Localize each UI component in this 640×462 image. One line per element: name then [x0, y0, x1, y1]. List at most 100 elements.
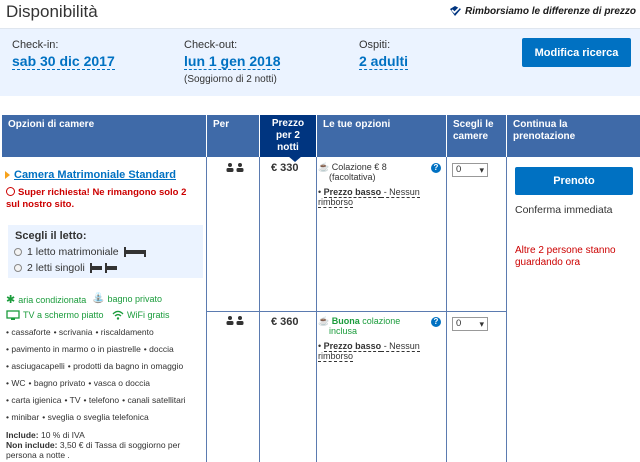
grid-line [259, 157, 260, 462]
facility-tv: TV a schermo piatto [6, 310, 104, 320]
price-check-icon [450, 6, 462, 16]
rate-1-policy[interactable]: • Prezzo basso - Nessun rimborso [318, 187, 430, 208]
rate-2-meal-note: inclusa [329, 326, 358, 336]
col-price-line1: Prezzo [271, 118, 305, 129]
includes-label: Include: [6, 430, 39, 440]
urgency-message: Super richiesta! Ne rimangono solo 2 sul… [6, 187, 201, 211]
book-button[interactable]: Prenoto [515, 167, 633, 195]
two-persons-icon [226, 163, 244, 172]
amenity-item: bagno privato [33, 378, 86, 388]
bullet: • [95, 327, 101, 337]
rate-1-room-select[interactable]: 0 [452, 163, 488, 177]
page-title: Disponibilità [6, 2, 98, 21]
help-icon[interactable]: ? [431, 317, 441, 327]
amenity-item: canali satellitari [127, 395, 186, 405]
price-match-promise[interactable]: Rimborsiamo le differenze di prezzo [449, 5, 636, 17]
facility-ac: ✱ aria condizionata [6, 293, 86, 306]
col-room-options: Opzioni di camere [2, 115, 206, 157]
bullet: • [88, 378, 94, 388]
amenity-item: sveglia o sveglia telefonica [47, 412, 149, 422]
col-continue-line2: prenotazione [513, 131, 576, 142]
rate-2-options: ☕ Buona colazione inclusa • Prezzo basso… [318, 316, 430, 362]
amenity-item: WC [11, 378, 26, 388]
amenity-item: riscaldamento [100, 327, 154, 337]
checkout-label: Check-out: [184, 39, 238, 51]
amenity-item: carta igienica [11, 395, 62, 405]
amenity-item: prodotti da bagno in omaggio [73, 361, 184, 371]
includes-text: 10 % di IVA [40, 430, 85, 440]
col-continue-line1: Continua la [513, 119, 568, 130]
guests-label: Ospiti: [359, 39, 391, 51]
rate-2-meal-prefix: Buona [331, 316, 360, 326]
bed-option-double-label: 1 letto matrimoniale [27, 246, 119, 258]
clock-alert-icon [6, 187, 15, 196]
guests-field[interactable]: Ospiti: 2 adulti [359, 39, 409, 71]
grid-line [446, 157, 447, 462]
tv-icon [6, 310, 20, 320]
bed-option-twin-label: 2 letti singoli [27, 262, 85, 274]
facility-wifi-label: WiFi gratis [127, 310, 170, 320]
rate-1-meal-label: Colazione € 8 [331, 162, 387, 172]
col-your-options: Le tue opzioni [317, 115, 446, 157]
checkout-value[interactable]: lun 1 gen 2018 [184, 53, 281, 70]
includes-note: Include: 10 % di IVA [6, 430, 201, 440]
not-includes-note: Non include: 3,50 € di Tassa di soggiorn… [6, 440, 201, 460]
price-match-label: Rimborsiamo le differenze di prezzo [465, 5, 636, 17]
grid-line [316, 157, 317, 462]
modify-search-button[interactable]: Modifica ricerca [522, 38, 631, 67]
bullet: • [64, 395, 70, 405]
bed-option-double[interactable]: 1 letto matrimoniale [14, 246, 147, 258]
checkin-field[interactable]: Check-in: sab 30 dic 2017 [12, 39, 115, 71]
amenities-row: • cassaforte • scrivania • riscaldamento [6, 327, 157, 337]
amenities-row: • WC • bagno privato • vasca o doccia [6, 378, 153, 388]
rate-2-room-select[interactable]: 0 [452, 317, 488, 331]
rate-1-meal-note: (facoltativa) [329, 172, 376, 182]
amenity-item: pavimento in marmo o in piastrelle [11, 344, 141, 354]
bed-choice-box: Scegli il letto: 1 letto matrimoniale 2 … [8, 225, 203, 278]
radio-double-bed[interactable] [14, 248, 22, 256]
facility-tv-label: TV a schermo piatto [23, 310, 104, 320]
expand-arrow-icon[interactable] [5, 171, 10, 179]
radio-twin-beds[interactable] [14, 264, 22, 272]
wifi-icon [112, 310, 124, 320]
amenities-row: • carta igienica • TV • telefono • canali s… [6, 395, 189, 405]
help-icon[interactable]: ? [431, 163, 441, 173]
coffee-cup-icon: ☕ [318, 316, 330, 326]
two-persons-icon [226, 316, 244, 325]
amenity-item: asciugacapelli [11, 361, 65, 371]
checkout-field[interactable]: Check-out: lun 1 gen 2018 (Soggiorno di … [184, 39, 281, 85]
rate-1-options: ☕ Colazione € 8 (facoltativa) • Prezzo b… [318, 162, 430, 208]
col-continue: Continua la prenotazione [507, 115, 640, 157]
rate-divider [207, 311, 507, 312]
grid-line [206, 157, 207, 462]
grid-line [506, 157, 507, 462]
amenities-row: • asciugacapelli • prodotti da bagno in o… [6, 361, 186, 371]
amenity-item: telefono [88, 395, 120, 405]
facility-bath-label: bagno privato [107, 293, 162, 304]
amenity-item: TV [69, 395, 81, 405]
amenity-item: scrivania [58, 327, 93, 337]
amenity-item: doccia [149, 344, 174, 354]
room-name-link[interactable]: Camera Matrimoniale Standard [14, 169, 176, 181]
col-choose-line2: camere [453, 131, 489, 142]
bed-option-twin[interactable]: 2 letti singoli [14, 262, 119, 274]
col-choose-line1: Scegli le [453, 119, 494, 130]
urgency-text: Super richiesta! Ne rimangono solo 2 sul… [6, 187, 187, 210]
guests-value[interactable]: 2 adulti [359, 53, 409, 70]
checkin-label: Check-in: [12, 39, 59, 51]
instant-confirmation: Conferma immediata [515, 204, 613, 216]
rate-2-meal-label: colazione [359, 316, 401, 326]
bullet: • [42, 412, 48, 422]
col-price-line2: per 2 [276, 130, 300, 141]
rate-2-policy[interactable]: • Prezzo basso - Nessun rimborso [318, 341, 430, 362]
people-viewing-note: Altre 2 persone stanno guardando ora [515, 245, 616, 268]
checkin-value[interactable]: sab 30 dic 2017 [12, 53, 115, 70]
amenities-row: • minibar • sveglia o sveglia telefonica [6, 412, 152, 422]
facility-wifi: WiFi gratis [112, 310, 170, 320]
double-bed-icon [123, 247, 146, 257]
twin-beds-icon [89, 263, 117, 273]
col-price-line3: notti [277, 142, 299, 153]
shower-icon: ⛲ [92, 293, 105, 304]
bed-choice-title: Scegli il letto: [15, 230, 87, 242]
coffee-cup-icon: ☕ [318, 162, 330, 172]
